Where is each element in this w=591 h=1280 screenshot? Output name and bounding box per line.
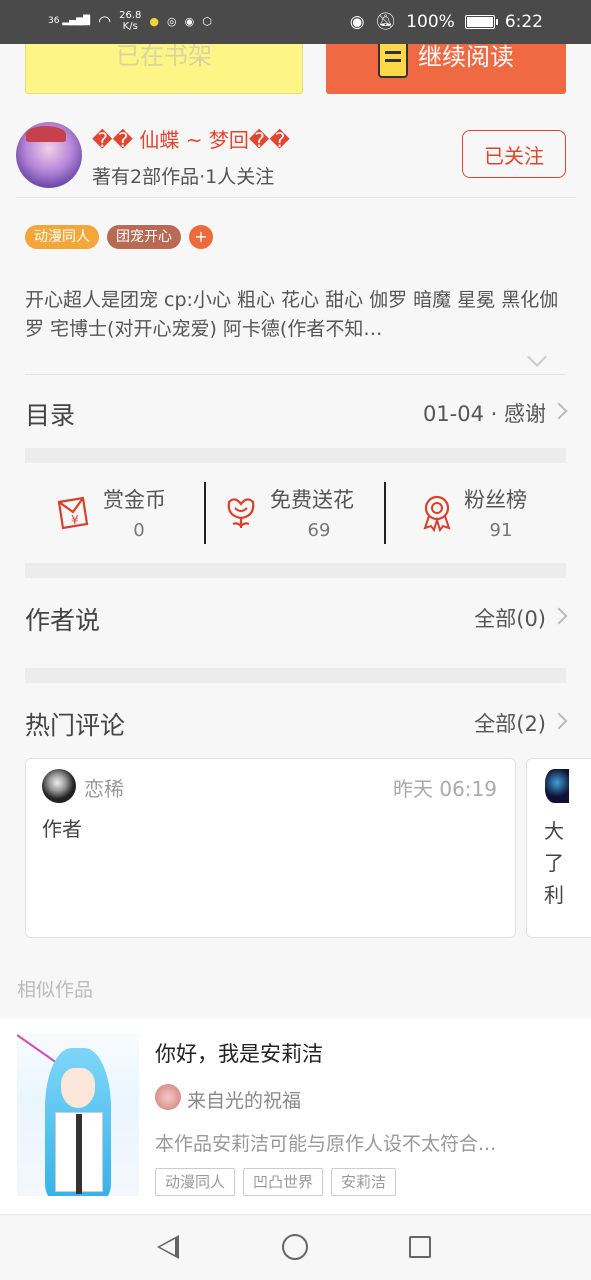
similar-work-title[interactable]: 你好，我是安莉洁 <box>155 1038 323 1068</box>
similar-tag[interactable]: 安莉洁 <box>331 1168 397 1196</box>
author-says-all[interactable]: 全部(0) <box>474 603 546 633</box>
catalog-latest[interactable]: 01-04 · 感谢 <box>423 398 546 428</box>
status-bar: 36 ▂▄▆█ ◠ 26.8 K/s ● ◎ ◉ ⬡ ◉ 🔕︎ 100% 6:22 <box>0 0 591 44</box>
tag-item[interactable]: 团宠开心 <box>107 225 181 249</box>
clock: 6:22 <box>504 12 543 32</box>
comment-card[interactable]: 大 了 利 <box>526 758 591 938</box>
status-left: 36 ▂▄▆█ ◠ 26.8 K/s ● ◎ ◉ ⬡ <box>48 10 212 32</box>
comment-avatar[interactable] <box>42 769 76 803</box>
stat-value: 0 <box>133 520 145 541</box>
work-description[interactable]: 开心超人是团宠 cp:小心 粗心 花心 甜心 伽罗 暗魔 星冕 黑化伽罗 宅博士… <box>25 286 560 344</box>
comment-card[interactable]: 恋稀 昨天 06:19 作者 <box>25 758 516 938</box>
fans-rank-button[interactable]: 粉丝榜 91 <box>387 478 566 548</box>
hot-comments-chevron-icon[interactable] <box>550 712 568 730</box>
catalog-chevron-icon[interactable] <box>550 402 568 420</box>
status-right: ◉ 🔕︎ 100% 6:22 <box>350 12 543 32</box>
shield-icon: ⬡ <box>202 14 212 28</box>
similar-tag[interactable]: 凹凸世界 <box>243 1168 324 1196</box>
author-avatar[interactable] <box>16 122 82 188</box>
stat-label: 赏金币 <box>103 488 166 512</box>
hot-comments-all[interactable]: 全部(2) <box>474 708 546 738</box>
net-speed: 26.8 K/s <box>119 10 142 32</box>
stat-value: 69 <box>307 520 331 541</box>
signal-icon: 36 ▂▄▆█ <box>48 16 90 26</box>
section-divider <box>25 563 566 578</box>
catalog-title[interactable]: 目录 <box>25 396 75 432</box>
section-divider <box>25 448 566 463</box>
similar-work-desc: 本作品安莉洁可能与原作人设不太符合... <box>155 1133 497 1155</box>
author-meta: 著有2部作品·1人关注 <box>92 166 275 188</box>
similar-tag-list: 动漫同人 凹凸世界 安莉洁 <box>155 1168 397 1196</box>
author-name[interactable]: �� 仙蝶 ~ 梦回�� <box>92 124 290 153</box>
tag-list: 动漫同人 团宠开心 + <box>25 225 213 249</box>
author-says-title[interactable]: 作者说 <box>25 601 100 637</box>
system-nav-bar <box>0 1214 591 1280</box>
author-says-chevron-icon[interactable] <box>550 607 568 625</box>
red-envelope-icon: ¥ <box>57 496 89 530</box>
svg-text:¥: ¥ <box>71 513 79 527</box>
similar-work-item[interactable]: 你好，我是安莉洁 来自光的祝福 本作品安莉洁可能与原作人设不太符合... 动漫同… <box>0 1018 591 1214</box>
mute-bell-icon: 🔕︎ <box>374 12 397 32</box>
comment-time: 昨天 06:19 <box>393 777 497 801</box>
wifi-icon: ◠ <box>98 12 112 30</box>
back-icon[interactable] <box>157 1235 179 1259</box>
stats-row: ¥ 赏金币 0 免费送花 69 粉丝榜 91 <box>25 478 566 548</box>
wechat-icon: ◎ <box>166 14 177 28</box>
section-divider <box>25 668 566 683</box>
flower-icon <box>227 498 255 528</box>
stat-label: 免费送花 <box>270 488 354 512</box>
comment-text: 利 <box>544 883 564 907</box>
book-icon <box>378 40 408 78</box>
comment-text: 了 <box>544 851 564 875</box>
eye-icon: ◉ <box>349 12 365 32</box>
divider <box>25 374 566 375</box>
medal-icon <box>423 495 451 532</box>
comment-avatar[interactable] <box>545 769 569 803</box>
similar-tag[interactable]: 动漫同人 <box>155 1168 236 1196</box>
bulb-icon: ● <box>149 14 159 28</box>
stat-label: 粉丝榜 <box>464 488 527 512</box>
add-tag-button[interactable]: + <box>189 225 213 249</box>
expand-chevron-icon[interactable] <box>527 347 547 367</box>
tag-item[interactable]: 动漫同人 <box>25 225 99 249</box>
stat-separator <box>204 482 206 544</box>
cover-tie <box>76 1114 82 1194</box>
similar-works-title: 相似作品 <box>17 979 94 1001</box>
stat-value: 91 <box>489 520 513 541</box>
book-cover[interactable] <box>17 1034 139 1196</box>
author-row[interactable]: �� 仙蝶 ~ 梦回�� 著有2部作品·1人关注 已关注 <box>16 120 576 198</box>
battery-percent: 100% <box>406 12 455 32</box>
recent-apps-icon[interactable] <box>409 1236 431 1258</box>
home-icon[interactable] <box>282 1234 308 1260</box>
similar-author-name[interactable]: 来自光的祝福 <box>187 1086 301 1113</box>
free-flower-button[interactable]: 免费送花 69 <box>207 478 385 548</box>
follow-label: 已关注 <box>484 143 544 168</box>
reward-coins-button[interactable]: ¥ 赏金币 0 <box>25 478 205 548</box>
stat-separator <box>384 482 386 544</box>
hot-comments-title[interactable]: 热门评论 <box>25 706 125 742</box>
similar-author-avatar <box>155 1084 181 1110</box>
voice-icon: ◉ <box>184 14 195 28</box>
comment-text: 大 <box>544 819 564 843</box>
battery-icon <box>464 15 498 29</box>
follow-button[interactable]: 已关注 <box>462 130 566 178</box>
cover-face <box>61 1068 95 1108</box>
comment-text: 作者 <box>42 817 82 841</box>
comment-user[interactable]: 恋稀 <box>84 773 124 802</box>
